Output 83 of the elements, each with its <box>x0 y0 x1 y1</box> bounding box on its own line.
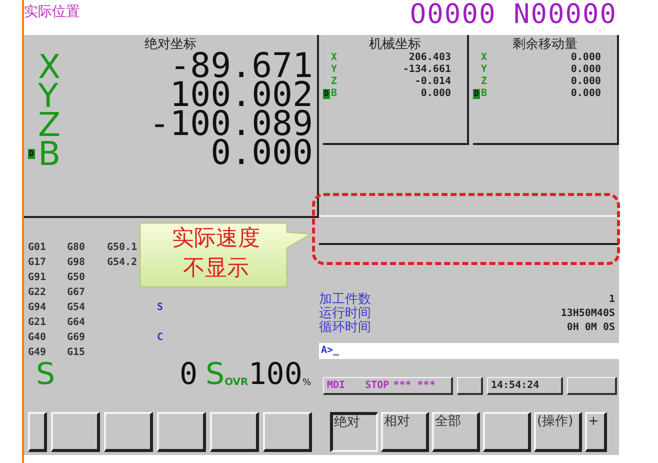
soft-key[interactable]: 绝对 <box>330 412 378 452</box>
axis-value: 0.000 <box>570 64 601 76</box>
override-subscript: OVR <box>224 376 248 390</box>
soft-key[interactable] <box>157 412 206 452</box>
modal-code: G64 <box>67 316 86 330</box>
callout-text: 实际速度 不显示 <box>171 225 261 283</box>
override-label: S <box>206 360 225 390</box>
axis-value: -0.014 <box>414 76 451 88</box>
axis-value: 0.000 <box>570 88 601 100</box>
modal-code: G67 <box>67 286 86 300</box>
modal-label: C <box>157 331 164 345</box>
axis-marker: D <box>473 89 480 99</box>
axis-value: 0.000 <box>570 52 601 64</box>
spindle-speed: 0 <box>179 360 198 390</box>
soft-key[interactable] <box>483 412 531 452</box>
axis-label: X <box>38 52 62 81</box>
command-input[interactable]: A>_ <box>319 343 619 359</box>
modal-label: S <box>157 301 164 315</box>
axis-label: Z <box>481 76 488 88</box>
modal-code: G91 <box>28 271 48 285</box>
panel-heading: 绝对坐标 <box>144 36 196 52</box>
axis-label: B <box>331 88 338 100</box>
axis-value: -89.671 <box>170 52 313 81</box>
alarm-status: *** *** <box>393 380 436 391</box>
modal-code: G15 <box>67 346 86 360</box>
modal-code: G54.2 <box>107 256 138 270</box>
axis-value: 100.002 <box>170 81 313 110</box>
axis-label: Y <box>331 64 338 76</box>
counter-value: 13H50M40S <box>560 307 615 321</box>
counter-label: 循环时间 <box>319 321 371 335</box>
axis-label: Z <box>38 110 62 139</box>
spindle-label: S <box>36 360 56 390</box>
axis-label: Y <box>38 81 58 110</box>
soft-key[interactable] <box>104 412 153 452</box>
soft-key[interactable] <box>51 412 100 452</box>
axis-value: 0.000 <box>420 88 451 100</box>
modal-code: G54 <box>67 301 86 315</box>
axis-label: Y <box>481 64 488 76</box>
modal-code: G69 <box>67 331 86 345</box>
status-cell <box>457 377 483 395</box>
modal-code: G21 <box>28 316 48 330</box>
axis-label: B <box>481 88 488 100</box>
axis-marker: D <box>323 89 330 99</box>
override-value: 100 <box>248 360 302 390</box>
modal-code: G80 <box>67 241 86 255</box>
modal-code: G01 <box>28 241 48 255</box>
modal-code: G17 <box>28 256 48 270</box>
counter-value: 1 <box>608 293 615 307</box>
axis-label: Z <box>331 76 338 88</box>
soft-key[interactable] <box>263 412 312 452</box>
status-state: STOP <box>365 380 390 391</box>
counter-value: 0H 0M 0S <box>566 321 615 335</box>
axis-label: B <box>38 139 62 168</box>
axis-marker: D <box>28 148 35 158</box>
axis-label: X <box>481 52 488 64</box>
axis-value: -100.089 <box>148 110 313 139</box>
axis-value: 0.000 <box>210 139 313 168</box>
axis-value: 0.000 <box>570 76 601 88</box>
modal-code: G94 <box>28 301 48 315</box>
modal-code: G98 <box>67 256 86 270</box>
soft-key[interactable]: + <box>585 412 607 452</box>
modal-code: G40 <box>28 331 48 345</box>
screen-title: 实际位置 <box>24 3 80 20</box>
counter-label: 运行时间 <box>319 307 371 321</box>
soft-key[interactable]: 全部 <box>432 412 480 452</box>
panel-heading: 剩余移动量 <box>512 36 578 52</box>
clock: 14:54:24 <box>487 377 563 395</box>
status-mode: MDI <box>327 380 346 391</box>
soft-key[interactable] <box>210 412 259 452</box>
axis-value: -134.661 <box>402 64 451 76</box>
panel-heading: 机械坐标 <box>368 36 422 52</box>
soft-key[interactable]: 相对 <box>381 412 429 452</box>
axis-label: X <box>331 52 338 64</box>
counter-label: 加工件数 <box>319 293 371 307</box>
program-number: O0000 N00000 <box>410 0 618 30</box>
modal-code: G50 <box>67 271 86 285</box>
soft-key[interactable]: (操作) <box>534 412 582 452</box>
modal-code: G22 <box>28 286 48 300</box>
modal-code: G49 <box>28 346 48 360</box>
soft-key[interactable] <box>28 412 47 452</box>
modal-code: G50.1 <box>107 241 138 255</box>
axis-value: 206.403 <box>408 52 451 64</box>
percent-sign: % <box>302 376 311 390</box>
